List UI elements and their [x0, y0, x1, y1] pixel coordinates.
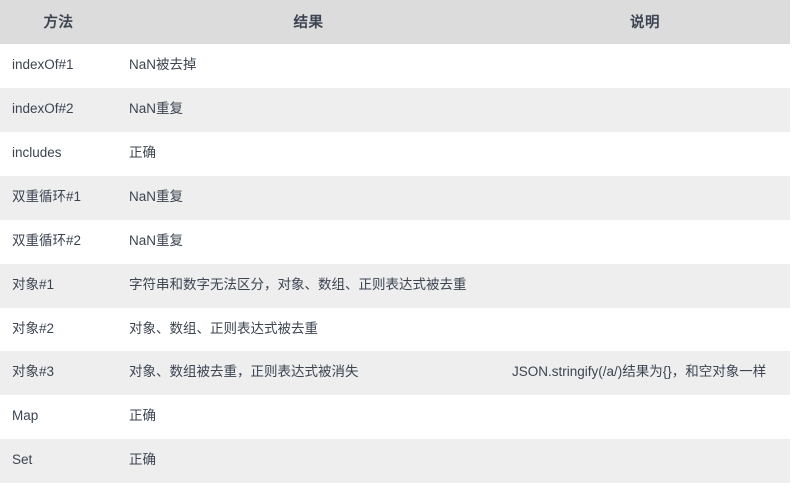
cell-method: indexOf#1 — [0, 44, 117, 88]
cell-result-text: 对象、数组、正则表达式被去重 — [129, 320, 318, 336]
cell-result-text: 对象、数组被去重，正则表达式被消失 — [129, 364, 359, 380]
cell-method-text: indexOf#2 — [12, 100, 74, 116]
column-header-result: 结果 — [293, 15, 324, 31]
table-row: 双重循环#1 NaN重复 — [0, 175, 790, 220]
cell-result: 正确 — [117, 439, 500, 483]
cell-result-text: NaN重复 — [129, 232, 184, 248]
comparison-table-container: 方法 结果 说明 indexOf#1 NaN被去掉 indexOf#2 NaN重… — [0, 0, 790, 492]
cell-method: 双重循环#1 — [0, 176, 117, 220]
cell-method-text: Set — [12, 452, 33, 468]
cell-description — [500, 44, 790, 88]
cell-method: 对象#1 — [0, 264, 117, 308]
cell-method-text: 对象#2 — [12, 320, 55, 336]
dedup-methods-table: 方法 结果 说明 indexOf#1 NaN被去掉 indexOf#2 NaN重… — [0, 0, 790, 484]
cell-method-text: 双重循环#2 — [12, 232, 82, 248]
table-row: indexOf#1 NaN被去掉 — [0, 44, 790, 88]
table-body: indexOf#1 NaN被去掉 indexOf#2 NaN重复 include… — [0, 44, 790, 484]
cell-result: NaN重复 — [117, 176, 500, 220]
cell-result: 对象、数组、正则表达式被去重 — [117, 308, 500, 352]
table-row: 对象#2 对象、数组、正则表达式被去重 — [0, 307, 790, 352]
cell-description — [500, 439, 790, 483]
cell-method: includes — [0, 132, 117, 176]
cell-method-text: 双重循环#1 — [12, 188, 82, 204]
table-header: 方法 结果 说明 — [0, 0, 790, 44]
cell-result: NaN重复 — [117, 88, 500, 132]
cell-method: Map — [0, 395, 117, 439]
cell-result-text: NaN重复 — [129, 100, 184, 116]
cell-description — [500, 176, 790, 220]
cell-result: 正确 — [117, 395, 500, 439]
cell-result-text: NaN被去掉 — [129, 57, 197, 72]
cell-result-text: 正确 — [129, 408, 156, 424]
column-header-description: 说明 — [630, 15, 660, 31]
table-row: Map 正确 — [0, 395, 790, 440]
cell-method-text: 对象#1 — [12, 276, 55, 292]
cell-result: 对象、数组被去重，正则表达式被消失 — [117, 351, 500, 395]
cell-result-text: 正确 — [129, 144, 156, 160]
cell-method: 对象#3 — [0, 351, 117, 395]
table-row: 对象#1 字符串和数字无法区分，对象、数组、正则表达式被去重 — [0, 263, 790, 308]
cell-method: 双重循环#2 — [0, 220, 117, 264]
cell-description — [500, 395, 790, 439]
table-row: 对象#3 对象、数组被去重，正则表达式被消失 JSON.stringify(/a… — [0, 351, 790, 396]
table-bottom-spacer — [0, 483, 790, 492]
cell-description: JSON.stringify(/a/)结果为{}，和空对象一样 — [500, 351, 790, 395]
cell-result-text: 字符串和数字无法区分，对象、数组、正则表达式被去重 — [129, 276, 467, 292]
cell-description-text: JSON.stringify(/a/)结果为{}，和空对象一样 — [512, 364, 767, 380]
cell-description — [500, 264, 790, 308]
cell-method: Set — [0, 439, 117, 483]
column-header-method: 方法 — [43, 15, 74, 31]
cell-method: 对象#2 — [0, 308, 117, 352]
cell-result: 正确 — [117, 132, 500, 176]
cell-result: NaN被去掉 — [117, 44, 500, 88]
cell-result: NaN重复 — [117, 220, 500, 264]
cell-description — [500, 308, 790, 352]
cell-method-text: 对象#3 — [12, 364, 55, 380]
table-row: Set 正确 — [0, 439, 790, 484]
table-header-row: 方法 结果 说明 — [0, 0, 790, 44]
cell-result: 字符串和数字无法区分，对象、数组、正则表达式被去重 — [117, 264, 500, 308]
table-row: 双重循环#2 NaN重复 — [0, 219, 790, 264]
cell-description — [500, 132, 790, 176]
cell-method: indexOf#2 — [0, 88, 117, 132]
cell-description — [500, 88, 790, 132]
cell-method-text: includes — [12, 144, 62, 160]
cell-method-text: Map — [12, 408, 39, 424]
cell-result-text: 正确 — [129, 452, 156, 468]
table-row: includes 正确 — [0, 131, 790, 176]
cell-description — [500, 220, 790, 264]
cell-result-text: NaN重复 — [129, 188, 184, 204]
table-row: indexOf#2 NaN重复 — [0, 87, 790, 132]
cell-method-text: indexOf#1 — [12, 57, 74, 72]
